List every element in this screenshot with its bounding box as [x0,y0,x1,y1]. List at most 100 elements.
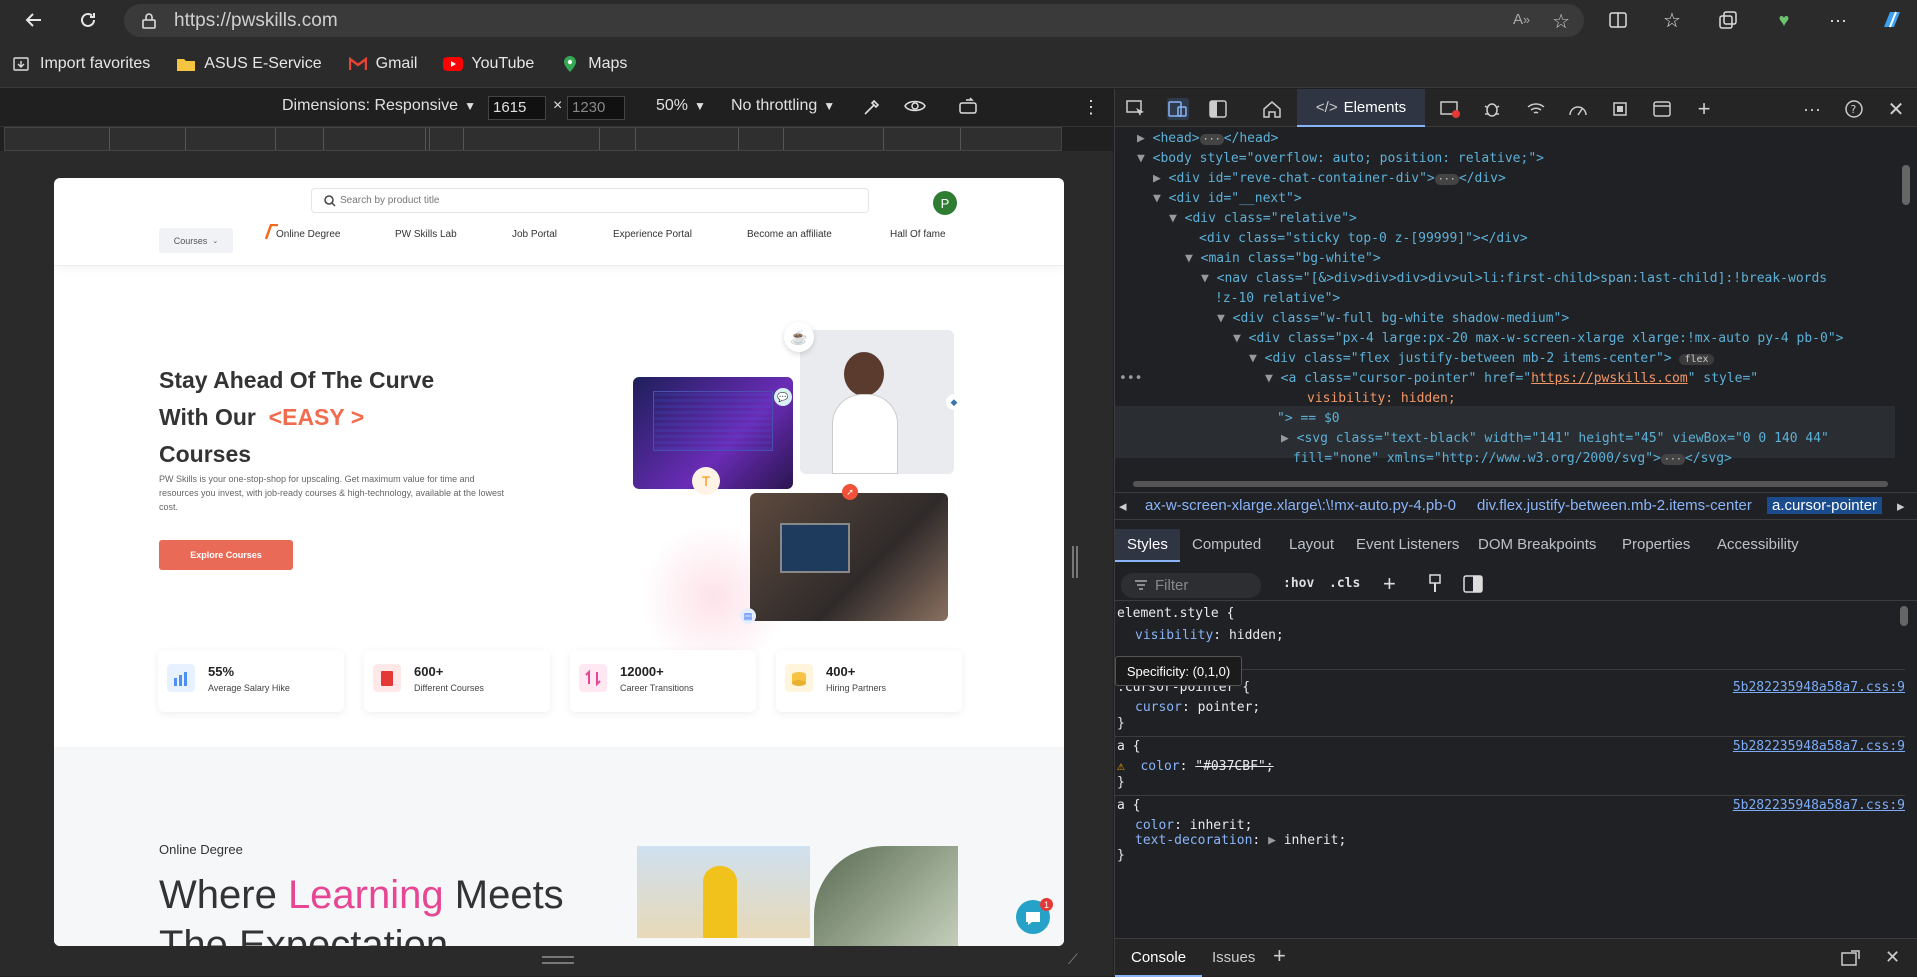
dimensions-dropdown[interactable]: Dimensions: Responsive ▼ [282,97,476,115]
hov-toggle[interactable]: :hov [1283,576,1314,591]
resize-handle-right[interactable] [1072,546,1078,578]
dom-node-reve-chat[interactable]: ▶ <div id="reve-chat-container-div"> ··· <… [1153,169,1506,189]
favorite-maps[interactable]: Maps [560,54,627,74]
bug-icon[interactable] [1481,98,1503,120]
dom-horizontal-scrollbar[interactable] [1133,481,1888,487]
breadcrumb-right-icon[interactable]: ▸ [1897,497,1905,515]
favorite-star-icon[interactable]: ☆ [1552,9,1570,34]
sidebar-toggle-icon[interactable] [1463,575,1483,593]
throttling-dropdown[interactable]: No throttling ▼ [731,97,835,115]
dock-icon[interactable] [1207,98,1229,120]
avatar[interactable]: P [933,191,957,215]
subtab-styles[interactable]: Styles [1115,529,1180,562]
paint-brush-icon[interactable] [1427,574,1443,594]
zoom-dropdown[interactable]: 50% ▼ [656,97,706,115]
application-icon[interactable] [1651,98,1673,120]
nav-experience-portal[interactable]: Experience Portal [613,229,692,240]
device-more-icon[interactable]: ⋮ [1082,97,1100,118]
split-screen-icon[interactable] [1598,0,1638,40]
drawer-tab-issues[interactable]: Issues [1212,949,1255,966]
breadcrumb-left-icon[interactable]: ◂ [1119,497,1127,515]
home-icon[interactable] [1261,98,1283,120]
dom-node-nav[interactable]: ▼ <nav class="[&>div>div>div>div>ul>li:f… [1201,269,1827,289]
drawer-tab-console[interactable]: Console [1115,939,1203,977]
rule-source-link[interactable]: 5b282235948a58a7.css:9 [1733,737,1905,757]
rule-declaration[interactable]: cursor: pointer; [1135,698,1260,718]
eyedropper-icon[interactable] [862,97,882,117]
dom-node-px4[interactable]: ▼ <div class="px-4 large:px-20 max-w-scr… [1233,329,1843,349]
favorite-import[interactable]: Import favorites [12,54,150,74]
console-icon[interactable] [1439,98,1461,120]
courses-dropdown[interactable]: Courses ⌄ [159,228,233,253]
filter-input[interactable]: Filter [1121,573,1261,598]
refresh-icon[interactable] [68,0,108,40]
devtools-more-icon[interactable]: ··· [1801,98,1823,120]
resize-corner-icon[interactable]: ⟋ [1068,951,1078,968]
dom-node-sticky[interactable]: <div class="sticky top-0 z-[99999]"></di… [1199,229,1528,249]
back-icon[interactable] [14,0,54,40]
subtab-dom-breakpoints[interactable]: DOM Breakpoints [1478,536,1596,553]
help-icon[interactable]: ? [1843,98,1865,120]
nav-pw-skills-lab[interactable]: PW Skills Lab [395,229,457,240]
rotate-icon[interactable] [958,97,980,115]
rule-declaration[interactable]: visibility: hidden; [1135,626,1284,646]
breadcrumb-item-selected[interactable]: a.cursor-pointer [1767,497,1883,514]
device-emulation-icon[interactable] [1167,98,1189,120]
rule-declaration[interactable]: ⚠ color: "#037CBF"; [1117,757,1274,777]
nav-hall-of-fame[interactable]: Hall Of fame [890,229,946,240]
search-input[interactable]: Search by product title [311,188,869,213]
favorites-icon[interactable]: ☆ [1652,0,1692,40]
performance-icon[interactable] [1567,98,1589,120]
breadcrumb-item[interactable]: ax-w-screen-xlarge.xlarge\:\!mx-auto.py-… [1145,497,1456,514]
new-rule-icon[interactable]: + [1383,571,1396,597]
breadcrumb-item[interactable]: div.flex.justify-between.mb-2.items-cent… [1477,497,1752,514]
dom-node-a-selected[interactable]: ▼ <a class="cursor-pointer" href="https:… [1265,369,1758,389]
rule-declaration[interactable]: text-decoration: ▶ inherit; [1135,831,1346,851]
address-bar[interactable]: https://pwskills.com A» ☆ [124,4,1584,37]
add-tool-icon[interactable]: + [1693,96,1715,121]
tab-elements[interactable]: </> Elements [1297,89,1425,127]
dom-node-head[interactable]: ▶ <head> ··· </head> [1137,129,1278,149]
collections-icon[interactable] [1708,0,1748,40]
dom-node-main[interactable]: ▼ <main class="bg-white"> [1185,249,1381,269]
undock-drawer-icon[interactable] [1841,949,1861,967]
rule-source-link[interactable]: 5b282235948a58a7.css:9 [1733,678,1905,698]
height-input[interactable]: 1230 [567,96,625,120]
inspect-icon[interactable] [1125,98,1147,120]
dom-node-next[interactable]: ▼ <div id="__next"> [1153,189,1302,209]
subtab-layout[interactable]: Layout [1289,536,1334,553]
resize-handle-bottom[interactable] [542,956,574,964]
subtab-accessibility[interactable]: Accessibility [1717,536,1799,553]
network-wifi-icon[interactable] [1525,98,1547,120]
favorite-youtube[interactable]: YouTube [443,54,534,74]
more-menu-icon[interactable]: ··· [1818,0,1858,40]
browser-essentials-icon[interactable]: ♥ [1764,0,1804,40]
cls-toggle[interactable]: .cls [1329,576,1360,591]
subtab-computed[interactable]: Computed [1192,536,1261,553]
styles-scrollbar[interactable] [1900,561,1908,626]
dom-node-options-icon[interactable]: ••• [1119,369,1142,389]
width-input[interactable]: 1615 [488,96,546,120]
read-aloud-icon[interactable]: A» [1513,11,1530,28]
copilot-icon[interactable] [1872,0,1912,40]
nav-job-portal[interactable]: Job Portal [512,229,557,240]
subtab-event-listeners[interactable]: Event Listeners [1356,536,1459,553]
rule-source-link[interactable]: 5b282235948a58a7.css:9 [1733,796,1905,816]
flex-badge[interactable]: flex [1679,354,1714,365]
nav-online-degree[interactable]: Online Degree [276,229,340,240]
dom-node-wfull[interactable]: ▼ <div class="w-full bg-white shadow-med… [1217,309,1569,329]
dom-vertical-scrollbar[interactable] [1902,135,1912,465]
media-query-ruler[interactable] [4,127,1062,151]
subtab-properties[interactable]: Properties [1622,536,1690,553]
close-drawer-icon[interactable]: ✕ [1885,947,1900,968]
dom-node-svg[interactable]: ▶ <svg class="text-black" width="141" he… [1281,429,1829,449]
explore-courses-button[interactable]: Explore Courses [159,540,293,570]
favorite-asus[interactable]: ASUS E-Service [176,54,322,74]
dom-node-relative[interactable]: ▼ <div class="relative"> [1169,209,1357,229]
dom-node-flex[interactable]: ▼ <div class="flex justify-between mb-2 … [1249,349,1714,369]
add-drawer-tab-icon[interactable]: + [1273,943,1286,969]
favorite-gmail[interactable]: Gmail [348,54,417,74]
nav-become-affiliate[interactable]: Become an affiliate [747,229,832,240]
memory-icon[interactable] [1609,98,1631,120]
vision-icon[interactable] [904,97,926,115]
